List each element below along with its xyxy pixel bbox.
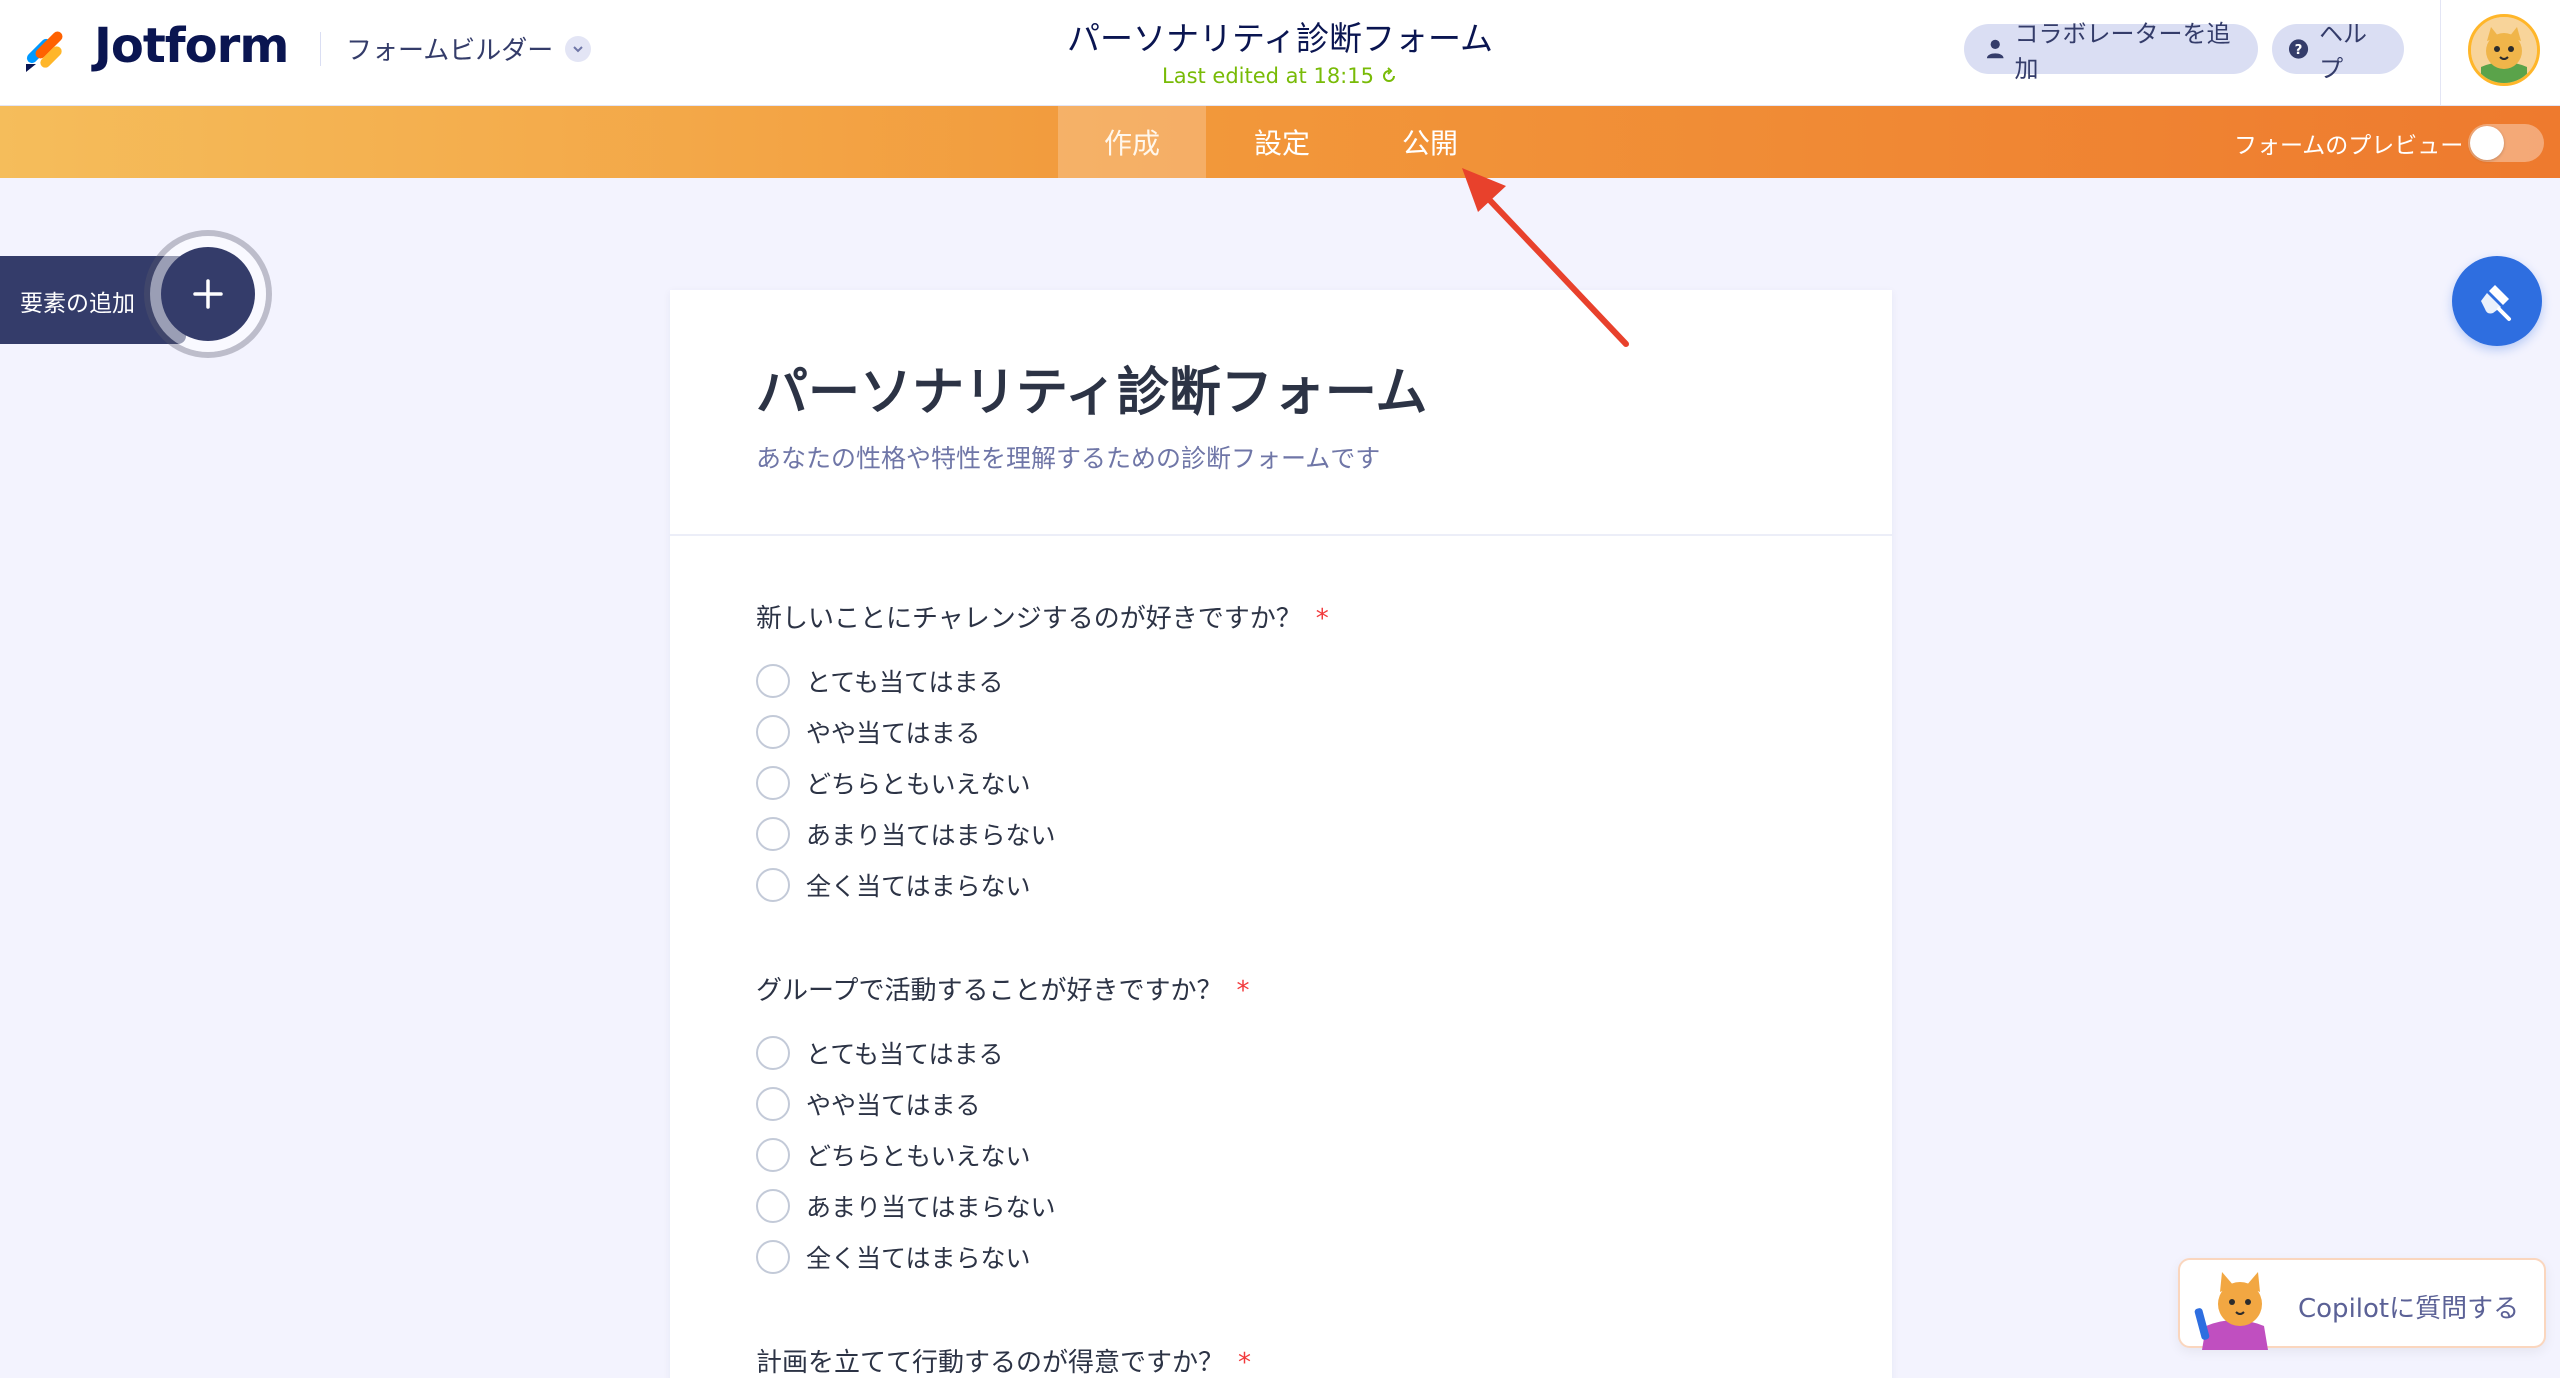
paint-roller-icon xyxy=(2481,285,2511,321)
required-marker: * xyxy=(1238,1348,1252,1378)
help-button[interactable]: ? ヘルプ xyxy=(2272,20,2404,83)
radio-option[interactable]: あまり当てはまらない xyxy=(756,1180,1249,1231)
radio-button[interactable] xyxy=(756,1035,790,1070)
copilot-mascot-icon xyxy=(2194,1272,2268,1350)
radio-option-label: とても当てはまる xyxy=(806,1039,1004,1069)
radio-option[interactable]: とても当てはまる xyxy=(756,1027,1249,1078)
radio-option[interactable]: 全く当てはまらない xyxy=(756,859,1329,910)
radio-button[interactable] xyxy=(756,1239,790,1274)
radio-option-label: やや当てはまる xyxy=(806,1090,981,1120)
avatar[interactable] xyxy=(2468,14,2540,86)
add-element-label: 要素の追加 xyxy=(20,291,135,317)
radio-option-label: やや当てはまる xyxy=(806,718,981,748)
radio-option[interactable]: どちらともいえない xyxy=(756,1129,1249,1180)
form-builder-dropdown[interactable]: フォームビルダー xyxy=(346,30,592,67)
radio-button[interactable] xyxy=(756,1188,790,1223)
radio-group: とても当てはまる やや当てはまる どちらともいえない あまり当てはまらない 全く… xyxy=(756,655,1329,910)
question-label[interactable]: グループで活動することが好きですか？ * xyxy=(756,970,1249,1007)
radio-option-label: あまり当てはまらない xyxy=(806,820,1056,850)
radio-option-label: あまり当てはまらない xyxy=(806,1192,1056,1222)
radio-option-label: 全く当てはまらない xyxy=(806,1243,1031,1273)
add-collaborator-label: コラボレーターを追加 xyxy=(2014,20,2231,83)
required-marker: * xyxy=(1315,604,1329,634)
radio-button[interactable] xyxy=(756,714,790,749)
svg-text:?: ? xyxy=(2295,43,2303,58)
radio-option[interactable]: 全く当てはまらない xyxy=(756,1231,1249,1282)
question-1[interactable]: 新しいことにチャレンジするのが好きですか？ * とても当てはまる やや当てはまる … xyxy=(756,598,1329,910)
add-element-button-inner xyxy=(161,247,255,341)
radio-group: とても当てはまる やや当てはまる どちらともいえない あまり当てはまらない 全く… xyxy=(756,1027,1249,1282)
radio-option[interactable]: やや当てはまる xyxy=(756,706,1329,757)
add-collaborator-button[interactable]: コラボレーターを追加 xyxy=(1964,20,2258,83)
radio-button[interactable] xyxy=(756,1086,790,1121)
copilot-button[interactable]: Copilotに質問する xyxy=(2178,1258,2546,1350)
header-title-block: パーソナリティ診断フォーム Last edited at 18:15 xyxy=(880,12,1680,88)
radio-option[interactable]: あまり当てはまらない xyxy=(756,808,1329,859)
form-heading[interactable]: パーソナリティ診断フォーム xyxy=(756,350,1892,425)
brand-name[interactable]: Jotform xyxy=(94,18,289,74)
header-form-title[interactable]: パーソナリティ診断フォーム xyxy=(880,12,1680,60)
builder-menu-label: フォームビルダー xyxy=(346,36,554,66)
question-2[interactable]: グループで活動することが好きですか？ * とても当てはまる やや当てはまる どちら… xyxy=(756,970,1249,1282)
form-designer-button[interactable] xyxy=(2452,256,2542,346)
copilot-label: Copilotに質問する xyxy=(2298,1294,2520,1324)
form-preview-label: フォームのプレビュー xyxy=(2234,133,2464,159)
question-text: グループで活動することが好きですか？ xyxy=(756,976,1223,1006)
radio-button[interactable] xyxy=(756,1137,790,1172)
last-edited-text: Last edited at 18:15 xyxy=(1162,64,1374,88)
required-marker: * xyxy=(1236,976,1250,1006)
radio-button[interactable] xyxy=(756,867,790,902)
radio-option[interactable]: とても当てはまる xyxy=(756,655,1329,706)
jotform-logo-icon[interactable] xyxy=(22,24,72,74)
cat-avatar-icon xyxy=(2471,17,2537,83)
toggle-knob xyxy=(2470,126,2504,160)
form-header-section[interactable]: パーソナリティ診断フォーム あなたの性格や特性を理解するための診断フォームです xyxy=(670,290,1892,536)
top-header: Jotform フォームビルダー パーソナリティ診断フォーム Last edit… xyxy=(0,0,2560,106)
radio-option[interactable]: どちらともいえない xyxy=(756,757,1329,808)
question-label[interactable]: 計画を立てて行動するのが得意ですか？ * xyxy=(756,1342,1251,1378)
radio-option-label: 全く当てはまらない xyxy=(806,871,1031,901)
radio-option-label: どちらともいえない xyxy=(806,1141,1031,1171)
question-circle-icon: ? xyxy=(2288,39,2309,59)
question-text: 計画を立てて行動するのが得意ですか？ xyxy=(756,1348,1225,1378)
radio-button[interactable] xyxy=(756,663,790,698)
question-3[interactable]: 計画を立てて行動するのが得意ですか？ * xyxy=(756,1342,1251,1378)
user-icon xyxy=(1986,39,2004,59)
tab-create[interactable]: 作成 xyxy=(1058,106,1206,178)
tab-publish[interactable]: 公開 xyxy=(1356,106,1504,178)
last-edited-status: Last edited at 18:15 xyxy=(1162,64,1398,88)
radio-button[interactable] xyxy=(756,765,790,800)
tab-settings[interactable]: 設定 xyxy=(1208,106,1356,178)
form-preview-toggle[interactable] xyxy=(2468,124,2544,162)
form-card: パーソナリティ診断フォーム あなたの性格や特性を理解するための診断フォームです … xyxy=(670,290,1892,1378)
form-subheading[interactable]: あなたの性格や特性を理解するための診断フォームです xyxy=(756,439,1892,475)
chevron-down-icon xyxy=(565,35,592,62)
radio-option[interactable]: やや当てはまる xyxy=(756,1078,1249,1129)
plus-icon xyxy=(193,279,223,309)
header-divider xyxy=(320,32,321,66)
radio-option-label: とても当てはまる xyxy=(806,667,1004,697)
refresh-icon xyxy=(1383,67,1395,82)
radio-button[interactable] xyxy=(756,816,790,851)
question-label[interactable]: 新しいことにチャレンジするのが好きですか？ * xyxy=(756,598,1329,635)
header-divider-right xyxy=(2440,0,2441,106)
help-label: ヘルプ xyxy=(2319,20,2368,83)
builder-nav-bar: 作成 設定 公開 フォームのプレビュー xyxy=(0,106,2560,178)
question-text: 新しいことにチャレンジするのが好きですか？ xyxy=(756,604,1302,634)
radio-option-label: どちらともいえない xyxy=(806,769,1031,799)
add-element-button[interactable] xyxy=(150,236,266,352)
